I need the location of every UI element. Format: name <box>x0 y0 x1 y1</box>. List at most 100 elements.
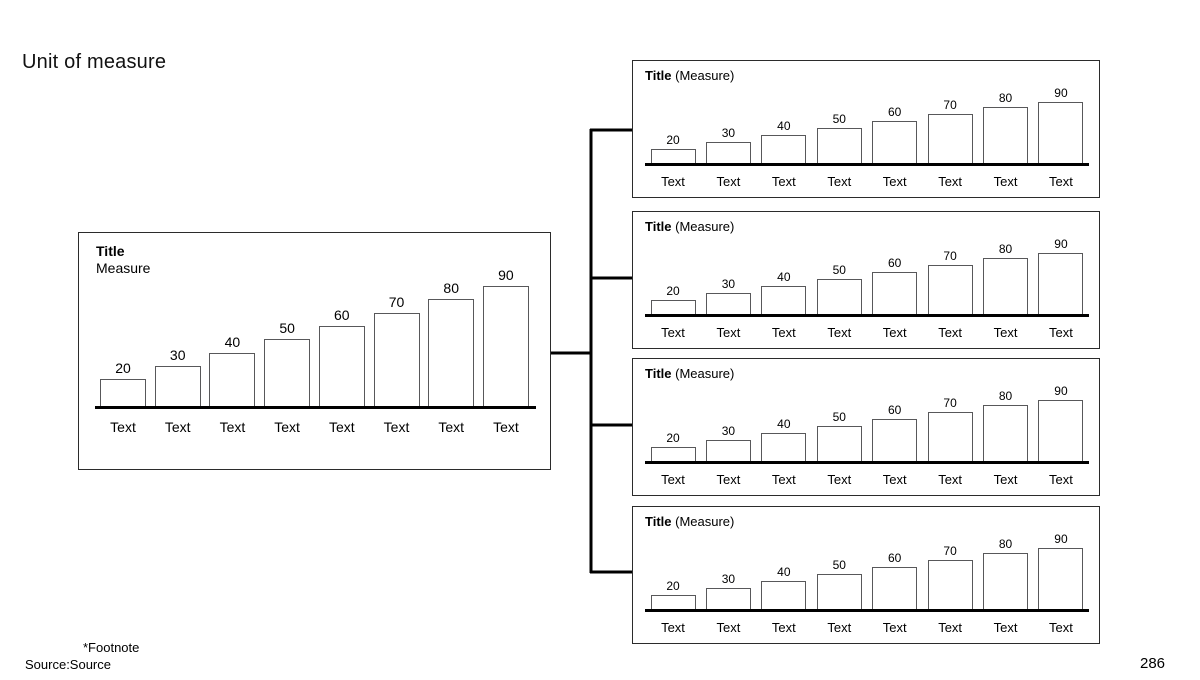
bar <box>1038 253 1084 314</box>
bar <box>373 313 420 406</box>
sub-chart-plot-3: 20 30 40 50 60 70 80 90 Text Text Text Text Text Tex… <box>633 359 1099 495</box>
axis-tick-label: Text <box>383 419 410 435</box>
bar-group: 30 <box>152 261 204 406</box>
bar-value-label: 60 <box>888 551 902 565</box>
bar-value-label: 30 <box>721 424 736 438</box>
bar-group: 60 <box>869 87 921 163</box>
bar-group: 50 <box>813 238 865 314</box>
bar <box>816 574 862 609</box>
axis-tick-label: Text <box>716 472 741 487</box>
bar-value-label: 30 <box>721 126 736 140</box>
axis-tick-label: Text <box>938 174 963 189</box>
sub-chart-panel-4[interactable]: Title (Measure) 20 30 40 50 60 70 80 90 Text Tex… <box>632 506 1100 644</box>
bar <box>872 419 918 461</box>
axis-tick-label: Text <box>771 174 796 189</box>
sub-chart-bars-2: 20 30 40 50 60 70 80 90 <box>647 238 1087 314</box>
axis-tick-label: Text <box>219 419 246 435</box>
bar <box>872 272 918 314</box>
bar-group: 70 <box>371 261 423 406</box>
bar-value-label: 40 <box>777 565 791 579</box>
bar-value-label: 70 <box>388 294 405 310</box>
axis-tick-label: Text <box>328 419 355 435</box>
sub-chart-baseline-4 <box>645 609 1089 612</box>
bar <box>705 440 751 461</box>
axis-tick-label: Text <box>993 325 1018 340</box>
bar <box>154 366 201 406</box>
sub-chart-panel-1[interactable]: Title (Measure) 20 30 40 50 60 70 80 90 Text Tex… <box>632 60 1100 198</box>
axis-tick-label: Text <box>882 174 907 189</box>
bar-value-label: 80 <box>998 242 1013 256</box>
axis-tick-label: Text <box>1049 174 1073 189</box>
bar <box>1038 400 1084 461</box>
axis-tick-label: Text <box>827 620 852 635</box>
bar <box>650 149 696 163</box>
bar-group: 70 <box>924 385 976 461</box>
bar-group: 20 <box>97 261 149 406</box>
axis-tick-label: Text <box>938 472 963 487</box>
bar-value-label: 60 <box>888 105 902 119</box>
sub-chart-panel-2[interactable]: Title (Measure) 20 30 40 50 60 70 80 90 Text Tex… <box>632 211 1100 349</box>
axis-tick-label: Text <box>1049 620 1073 635</box>
axis-tick-label: Text <box>661 325 685 340</box>
axis-tick-label: Text <box>661 174 685 189</box>
bar <box>872 567 918 609</box>
sub-chart-plot-4: 20 30 40 50 60 70 80 90 Text Text Text Text Text Tex… <box>633 507 1099 643</box>
axis-tick-label: Text <box>882 472 907 487</box>
bar-group: 20 <box>647 533 699 609</box>
sub-chart-panel-3[interactable]: Title (Measure) 20 30 40 50 60 70 80 90 Text Tex… <box>632 358 1100 496</box>
bar <box>983 258 1029 314</box>
bar-group: 40 <box>758 533 810 609</box>
bar-group: 30 <box>702 533 754 609</box>
sub-chart-tick-labels-4: Text Text Text Text Text Text Text Text <box>647 620 1087 635</box>
bar-value-label: 70 <box>943 396 957 410</box>
axis-tick-label: Text <box>882 620 907 635</box>
axis-tick-label: Text <box>493 419 519 435</box>
bar-value-label: 70 <box>943 249 957 263</box>
main-chart-baseline <box>95 406 536 409</box>
bar-group: 30 <box>702 385 754 461</box>
bar-group: 40 <box>206 261 258 406</box>
sub-chart-baseline-3 <box>645 461 1089 464</box>
sub-chart-baseline-1 <box>645 163 1089 166</box>
bar-value-label: 40 <box>777 417 791 431</box>
bar-value-label: 20 <box>666 133 680 147</box>
bar-value-label: 30 <box>721 277 736 291</box>
sub-chart-baseline-2 <box>645 314 1089 317</box>
bar-value-label: 20 <box>666 579 680 593</box>
bar-group: 30 <box>702 87 754 163</box>
bar <box>761 286 807 314</box>
source-note: Source:Source <box>25 657 111 672</box>
bar-value-label: 30 <box>721 572 736 586</box>
axis-tick-label: Text <box>1049 472 1073 487</box>
bar-value-label: 80 <box>443 280 459 296</box>
bar-value-label: 40 <box>777 270 791 284</box>
bar-group: 80 <box>425 261 477 406</box>
bar <box>1038 548 1084 609</box>
bar-value-label: 30 <box>169 347 186 363</box>
bar <box>482 286 529 406</box>
bar-value-label: 90 <box>1054 86 1068 100</box>
bar <box>927 265 973 314</box>
bar <box>209 353 256 406</box>
bar-value-label: 60 <box>888 256 902 270</box>
bar-value-label: 80 <box>998 537 1013 551</box>
bar-value-label: 70 <box>943 544 957 558</box>
main-chart-bars: 20 30 40 50 60 70 80 90 <box>97 261 532 406</box>
bar-group: 70 <box>924 238 976 314</box>
bar-value-label: 90 <box>498 267 514 283</box>
bar <box>761 433 807 461</box>
bar-group: 40 <box>758 385 810 461</box>
bar <box>1038 102 1084 163</box>
main-chart-tick-labels: Text Text Text Text Text Text Text Text <box>97 419 532 435</box>
main-chart-panel[interactable]: Title Measure 20 30 40 50 60 70 80 90 Text Text T… <box>78 232 551 470</box>
main-chart-plot: 20 30 40 50 60 70 80 90 Text Text Text Text Text Tex… <box>79 233 550 469</box>
axis-tick-label: Text <box>771 620 796 635</box>
bar-value-label: 70 <box>943 98 957 112</box>
footnote: *Footnote <box>83 640 140 655</box>
bar <box>705 142 751 163</box>
bar-group: 80 <box>980 87 1032 163</box>
axis-tick-label: Text <box>827 325 852 340</box>
sub-chart-plot-1: 20 30 40 50 60 70 80 90 Text Text Text Text Text Tex… <box>633 61 1099 197</box>
sub-chart-tick-labels-1: Text Text Text Text Text Text Text Text <box>647 174 1087 189</box>
axis-tick-label: Text <box>438 419 465 435</box>
